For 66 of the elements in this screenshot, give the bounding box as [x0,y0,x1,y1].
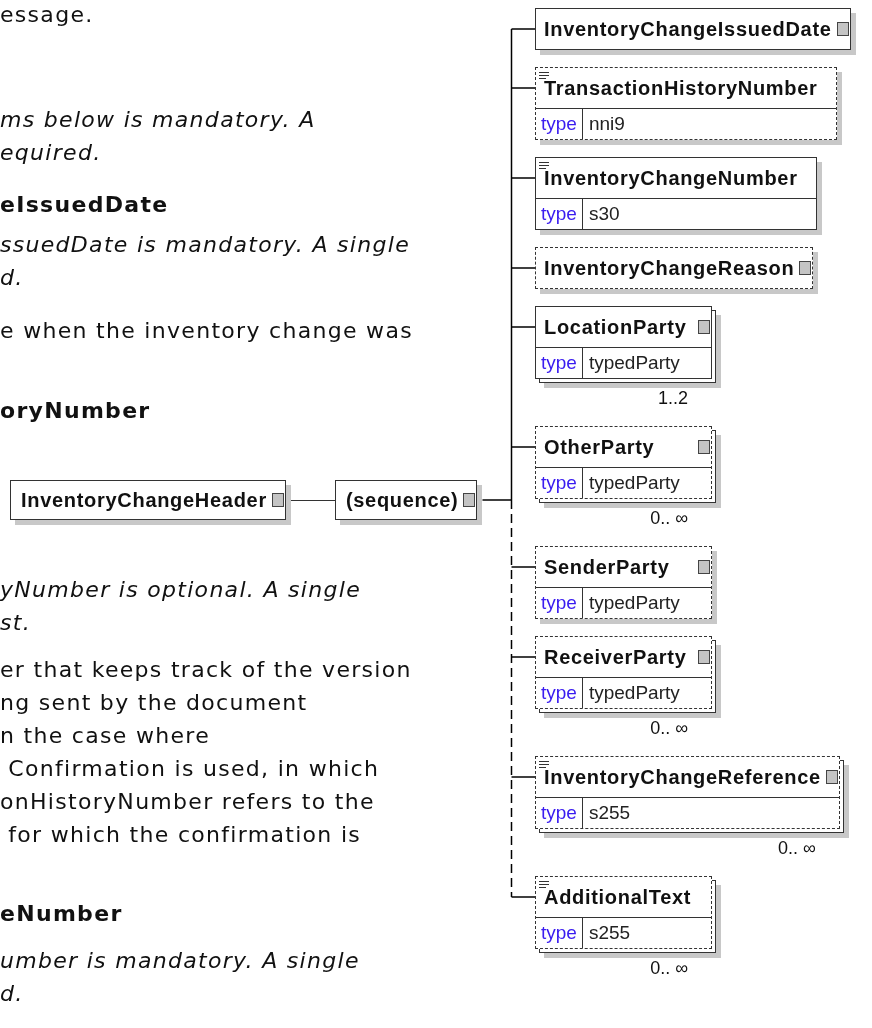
square-icon[interactable] [698,320,710,334]
text-line: ssuedDate is mandatory. A single [0,231,410,259]
type-label: type [536,678,583,708]
section-heading: eIssuedDate [0,191,169,219]
square-icon[interactable] [463,493,476,507]
square-icon[interactable] [698,650,710,664]
text-line: er that keeps track of the version [0,656,412,684]
node-name: TransactionHistoryNumber [544,76,818,100]
connector-line [290,499,335,501]
text-line: d. [0,980,24,1008]
occurrence-label: 0.. ∞ [650,507,688,529]
text-line: ms below is mandatory. A [0,106,316,134]
square-icon[interactable] [698,560,710,574]
type-label: type [536,588,583,618]
occurrence-label: 0.. ∞ [650,957,688,979]
text-line: st. [0,609,31,637]
lines-icon [539,761,549,768]
type-value: typedParty [587,351,681,375]
text-line: yNumber is optional. A single [0,576,361,604]
section-heading: oryNumber [0,397,151,425]
text-line: n the case where [0,722,210,750]
text-line: d. [0,264,24,292]
square-icon[interactable] [825,770,838,784]
type-value: typedParty [587,471,681,495]
type-label: type [536,798,583,828]
node-name: InventoryChangeHeader [21,488,267,512]
lines-icon [539,162,549,169]
node-name: (sequence) [345,488,459,512]
node-name: ReceiverParty [544,645,687,669]
occurrence-label: 1..2 [657,387,688,409]
text-line: equired. [0,139,102,167]
type-value: typedParty [587,681,681,705]
square-icon[interactable] [271,493,284,507]
text-line: e when the inventory change was [0,317,413,345]
node-name: LocationParty [544,315,687,339]
text-line: for which the confirmation is [7,821,362,849]
text-line: Confirmation is used, in which [7,755,380,783]
text-line: onHistoryNumber refers to the [0,788,375,816]
square-icon[interactable] [799,261,812,275]
node-name: InventoryChangeNumber [544,166,798,190]
type-value: s255 [587,921,632,945]
type-value: typedParty [587,591,681,615]
type-label: type [536,348,583,378]
occurrence-label: 0.. ∞ [778,837,816,859]
text-line: essage. [0,1,94,29]
square-icon[interactable] [836,22,849,36]
type-value: nni9 [587,112,626,136]
node-name: InventoryChangeReason [544,256,795,280]
type-value: s30 [587,202,621,226]
node-name: InventoryChangeIssuedDate [544,17,832,41]
section-heading: eNumber [0,900,123,928]
occurrence-label: 0.. ∞ [650,717,688,739]
text-line: ng sent by the document [0,689,308,717]
lines-icon [539,881,549,888]
node-name: OtherParty [544,435,655,459]
text-line: umber is mandatory. A single [0,947,360,975]
node-name: AdditionalText [544,885,692,909]
node-name: InventoryChangeReference [544,765,821,789]
type-label: type [536,199,583,229]
square-icon[interactable] [698,440,710,454]
type-label: type [536,918,583,948]
node-name: SenderParty [544,555,670,579]
type-value: s255 [587,801,632,825]
type-label: type [536,109,583,139]
type-label: type [536,468,583,498]
lines-icon [539,72,549,79]
